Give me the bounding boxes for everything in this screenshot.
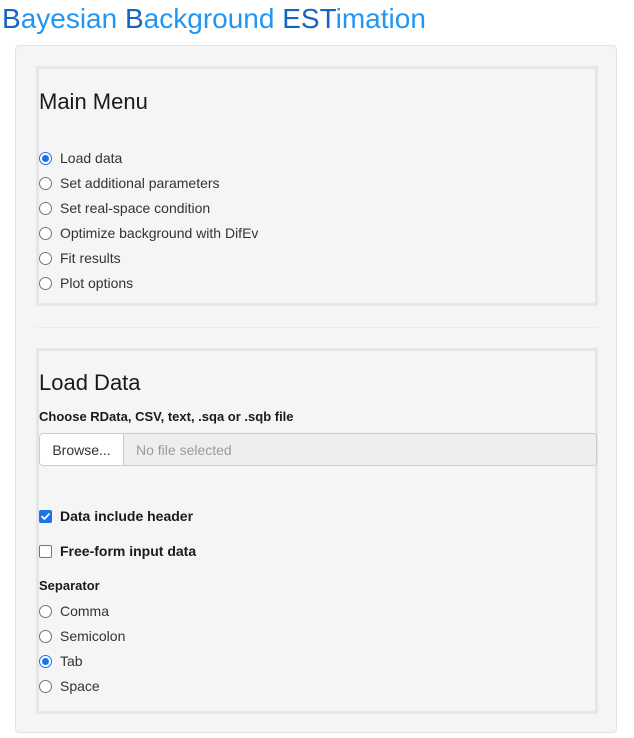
separator-option-comma[interactable]: Comma xyxy=(39,601,109,621)
menu-option-label: Fit results xyxy=(60,250,121,266)
load-data-panel: Load Data Choose RData, CSV, text, .sqa … xyxy=(36,348,598,714)
app-title-part: B xyxy=(2,3,21,34)
menu-option-label: Set real-space condition xyxy=(60,200,211,216)
radio-icon[interactable] xyxy=(39,629,52,643)
app-title-part: ayesian xyxy=(20,3,125,34)
checkbox-icon[interactable] xyxy=(39,544,52,558)
menu-option-label: Plot options xyxy=(60,275,134,291)
menu-option-optimize[interactable]: Optimize background with DifEv xyxy=(39,223,258,243)
radio-icon[interactable] xyxy=(39,276,52,290)
separator-option-label: Space xyxy=(60,678,100,694)
radio-icon[interactable] xyxy=(39,151,52,165)
main-menu-panel: Main Menu Load data Set additional param… xyxy=(36,66,598,306)
file-name-display[interactable]: No file selected xyxy=(124,434,596,465)
app-title-part: EST xyxy=(282,3,336,34)
freeform-checkbox-label: Free-form input data xyxy=(60,543,197,559)
radio-icon[interactable] xyxy=(39,679,52,693)
radio-icon[interactable] xyxy=(39,201,52,215)
app-title: Bayesian Background ESTimation xyxy=(2,0,426,38)
menu-option-additional-params[interactable]: Set additional parameters xyxy=(39,173,220,193)
menu-option-label: Optimize background with DifEv xyxy=(60,225,259,241)
app-title-part: imation xyxy=(335,3,426,34)
load-data-heading: Load Data xyxy=(39,370,141,395)
app-title-part: ackground xyxy=(143,3,283,34)
radio-icon[interactable] xyxy=(39,604,52,618)
separator-option-tab[interactable]: Tab xyxy=(39,651,83,671)
menu-option-plot-options[interactable]: Plot options xyxy=(39,273,133,293)
section-divider xyxy=(36,327,598,328)
file-input-label: Choose RData, CSV, text, .sqa or .sqb fi… xyxy=(39,409,294,424)
separator-option-label: Semicolon xyxy=(60,628,126,644)
menu-option-label: Set additional parameters xyxy=(60,175,220,191)
separator-label: Separator xyxy=(39,578,100,593)
menu-option-load-data[interactable]: Load data xyxy=(39,148,122,168)
separator-option-space[interactable]: Space xyxy=(39,676,100,696)
radio-icon[interactable] xyxy=(39,226,52,240)
separator-option-label: Tab xyxy=(60,653,83,669)
header-checkbox-label: Data include header xyxy=(60,508,194,524)
menu-option-real-space[interactable]: Set real-space condition xyxy=(39,198,210,218)
separator-option-semicolon[interactable]: Semicolon xyxy=(39,626,125,646)
browse-button[interactable]: Browse... xyxy=(40,434,124,465)
file-input[interactable]: Browse... No file selected xyxy=(39,433,597,466)
main-menu-heading: Main Menu xyxy=(39,89,148,114)
sidebar-panel: Main Menu Load data Set additional param… xyxy=(15,45,617,733)
separator-option-label: Comma xyxy=(60,603,110,619)
menu-option-label: Load data xyxy=(60,150,123,166)
header-checkbox-row[interactable]: Data include header xyxy=(39,506,193,526)
menu-option-fit-results[interactable]: Fit results xyxy=(39,248,121,268)
radio-icon[interactable] xyxy=(39,176,52,190)
app-title-part: B xyxy=(124,3,144,34)
freeform-checkbox-row[interactable]: Free-form input data xyxy=(39,541,196,561)
radio-icon[interactable] xyxy=(39,654,52,668)
checkbox-checked-icon[interactable] xyxy=(39,509,52,523)
radio-icon[interactable] xyxy=(39,251,52,265)
